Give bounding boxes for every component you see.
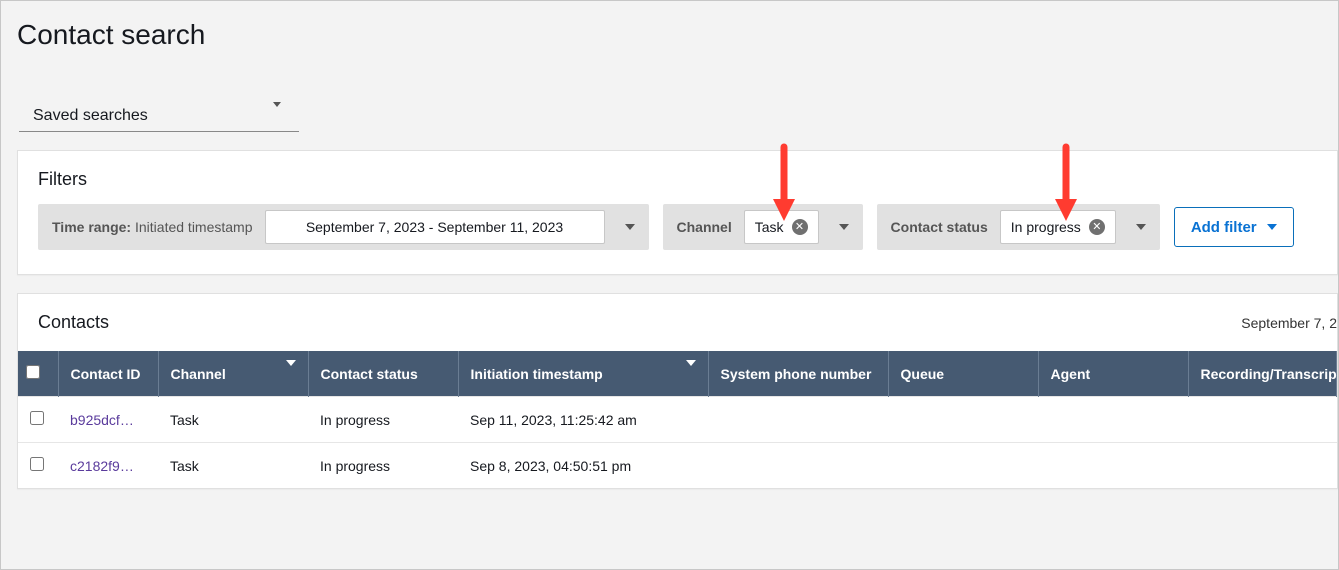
col-initiation-ts[interactable]: Initiation timestamp bbox=[458, 351, 708, 397]
table-header-row: Contact ID Channel Contact status Initia… bbox=[18, 351, 1337, 397]
cell-recording bbox=[1188, 443, 1337, 489]
filter-contact-status-label: Contact status bbox=[877, 219, 1000, 235]
table-row: b925dcf… Task In progress Sep 11, 2023, … bbox=[18, 397, 1337, 443]
filter-time-range-caret[interactable] bbox=[611, 204, 649, 250]
cell-recording bbox=[1188, 397, 1337, 443]
filter-time-range-label: Time range: Initiated timestamp bbox=[38, 219, 265, 235]
cell-channel: Task bbox=[158, 397, 308, 443]
cell-agent bbox=[1038, 443, 1188, 489]
caret-down-icon bbox=[625, 224, 635, 230]
filter-time-range-text: September 7, 2023 - September 11, 2023 bbox=[306, 219, 563, 235]
caret-down-icon bbox=[1267, 224, 1277, 230]
filter-time-range: Time range: Initiated timestamp Septembe… bbox=[38, 204, 649, 250]
filter-channel-chip[interactable]: Task ✕ bbox=[744, 210, 819, 244]
filter-contact-status: Contact status In progress ✕ bbox=[877, 204, 1160, 250]
caret-down-icon bbox=[286, 366, 296, 382]
col-recording[interactable]: Recording/Transcrip bbox=[1188, 351, 1337, 397]
filter-channel-label: Channel bbox=[663, 219, 744, 235]
table-row: c2182f9… Task In progress Sep 8, 2023, 0… bbox=[18, 443, 1337, 489]
caret-down-icon bbox=[686, 366, 696, 382]
contact-id-link[interactable]: b925dcf… bbox=[70, 412, 134, 428]
filter-channel-chip-text: Task bbox=[755, 219, 784, 235]
cell-queue bbox=[888, 443, 1038, 489]
cell-system-phone bbox=[708, 397, 888, 443]
filters-section-title: Filters bbox=[18, 151, 1337, 204]
add-filter-label: Add filter bbox=[1191, 219, 1257, 236]
filter-channel: Channel Task ✕ bbox=[663, 204, 863, 250]
saved-searches-label: Saved searches bbox=[33, 107, 148, 125]
col-checkbox[interactable] bbox=[18, 351, 58, 397]
cell-initiation-ts: Sep 11, 2023, 11:25:42 am bbox=[458, 397, 708, 443]
cell-queue bbox=[888, 397, 1038, 443]
contacts-card: Contacts September 7, 2 Contact ID bbox=[17, 293, 1338, 489]
contacts-date-summary: September 7, 2 bbox=[1241, 315, 1337, 331]
col-agent[interactable]: Agent bbox=[1038, 351, 1188, 397]
contact-id-link[interactable]: c2182f9… bbox=[70, 458, 134, 474]
saved-searches-dropdown[interactable]: Saved searches bbox=[19, 101, 299, 132]
col-contact-id[interactable]: Contact ID bbox=[58, 351, 158, 397]
col-contact-status[interactable]: Contact status bbox=[308, 351, 458, 397]
select-all-checkbox[interactable] bbox=[26, 365, 40, 379]
col-queue[interactable]: Queue bbox=[888, 351, 1038, 397]
caret-down-icon bbox=[839, 224, 849, 230]
cell-status: In progress bbox=[308, 443, 458, 489]
row-checkbox[interactable] bbox=[30, 457, 44, 471]
filters-card: Filters Time range: Initiated timestamp … bbox=[17, 150, 1338, 275]
remove-channel-icon[interactable]: ✕ bbox=[792, 219, 808, 235]
filter-time-range-value[interactable]: September 7, 2023 - September 11, 2023 bbox=[265, 210, 605, 244]
cell-initiation-ts: Sep 8, 2023, 04:50:51 pm bbox=[458, 443, 708, 489]
cell-system-phone bbox=[708, 443, 888, 489]
cell-channel: Task bbox=[158, 443, 308, 489]
caret-down-icon bbox=[273, 107, 281, 125]
contacts-section-title: Contacts bbox=[38, 312, 109, 333]
remove-status-icon[interactable]: ✕ bbox=[1089, 219, 1105, 235]
row-checkbox[interactable] bbox=[30, 411, 44, 425]
filter-contact-status-chip[interactable]: In progress ✕ bbox=[1000, 210, 1116, 244]
col-channel[interactable]: Channel bbox=[158, 351, 308, 397]
cell-agent bbox=[1038, 397, 1188, 443]
filter-channel-caret[interactable] bbox=[825, 204, 863, 250]
page-title: Contact search bbox=[1, 1, 1338, 51]
cell-status: In progress bbox=[308, 397, 458, 443]
caret-down-icon bbox=[1136, 224, 1146, 230]
filter-contact-status-chip-text: In progress bbox=[1011, 219, 1081, 235]
filter-contact-status-caret[interactable] bbox=[1122, 204, 1160, 250]
contacts-table: Contact ID Channel Contact status Initia… bbox=[18, 351, 1337, 488]
col-system-phone[interactable]: System phone number bbox=[708, 351, 888, 397]
add-filter-button[interactable]: Add filter bbox=[1174, 207, 1294, 247]
